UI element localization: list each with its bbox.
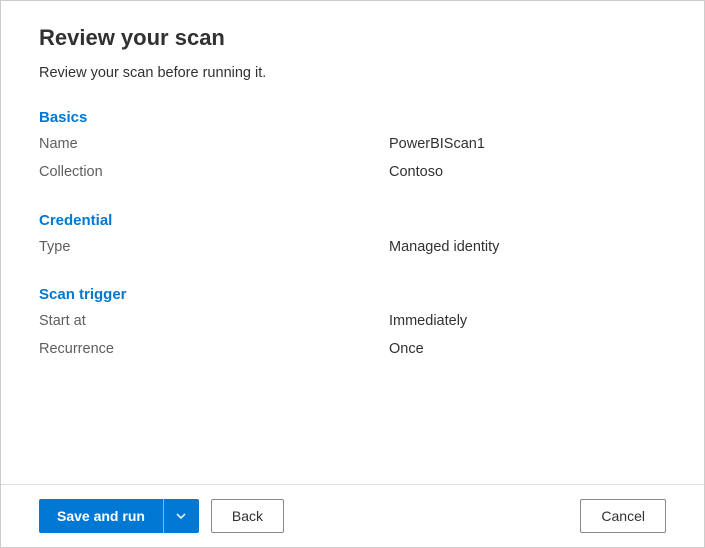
value-recurrence: Once — [389, 339, 424, 361]
row-name: Name PowerBIScan1 — [39, 134, 666, 156]
value-start-at: Immediately — [389, 311, 467, 333]
row-type: Type Managed identity — [39, 237, 666, 259]
row-recurrence: Recurrence Once — [39, 339, 666, 361]
page-subtitle: Review your scan before running it. — [39, 65, 666, 81]
section-heading-scan-trigger: Scan trigger — [39, 286, 666, 303]
value-type: Managed identity — [389, 237, 499, 259]
label-recurrence: Recurrence — [39, 339, 389, 361]
value-name: PowerBIScan1 — [389, 134, 485, 156]
label-name: Name — [39, 134, 389, 156]
section-heading-credential: Credential — [39, 212, 666, 229]
chevron-down-icon — [175, 510, 187, 522]
value-collection: Contoso — [389, 162, 443, 184]
cancel-button[interactable]: Cancel — [580, 499, 666, 533]
section-heading-basics: Basics — [39, 109, 666, 126]
review-panel: Review your scan Review your scan before… — [1, 1, 704, 484]
label-type: Type — [39, 237, 389, 259]
section-scan-trigger: Scan trigger Start at Immediately Recurr… — [39, 286, 666, 361]
label-start-at: Start at — [39, 311, 389, 333]
save-and-run-split-button[interactable] — [163, 499, 199, 533]
save-and-run-button[interactable]: Save and run — [39, 499, 163, 533]
save-and-run-group: Save and run — [39, 499, 199, 533]
footer-bar: Save and run Back Cancel — [1, 484, 704, 547]
row-start-at: Start at Immediately — [39, 311, 666, 333]
page-title: Review your scan — [39, 25, 666, 51]
section-credential: Credential Type Managed identity — [39, 212, 666, 259]
section-basics: Basics Name PowerBIScan1 Collection Cont… — [39, 109, 666, 184]
back-button[interactable]: Back — [211, 499, 284, 533]
label-collection: Collection — [39, 162, 389, 184]
row-collection: Collection Contoso — [39, 162, 666, 184]
